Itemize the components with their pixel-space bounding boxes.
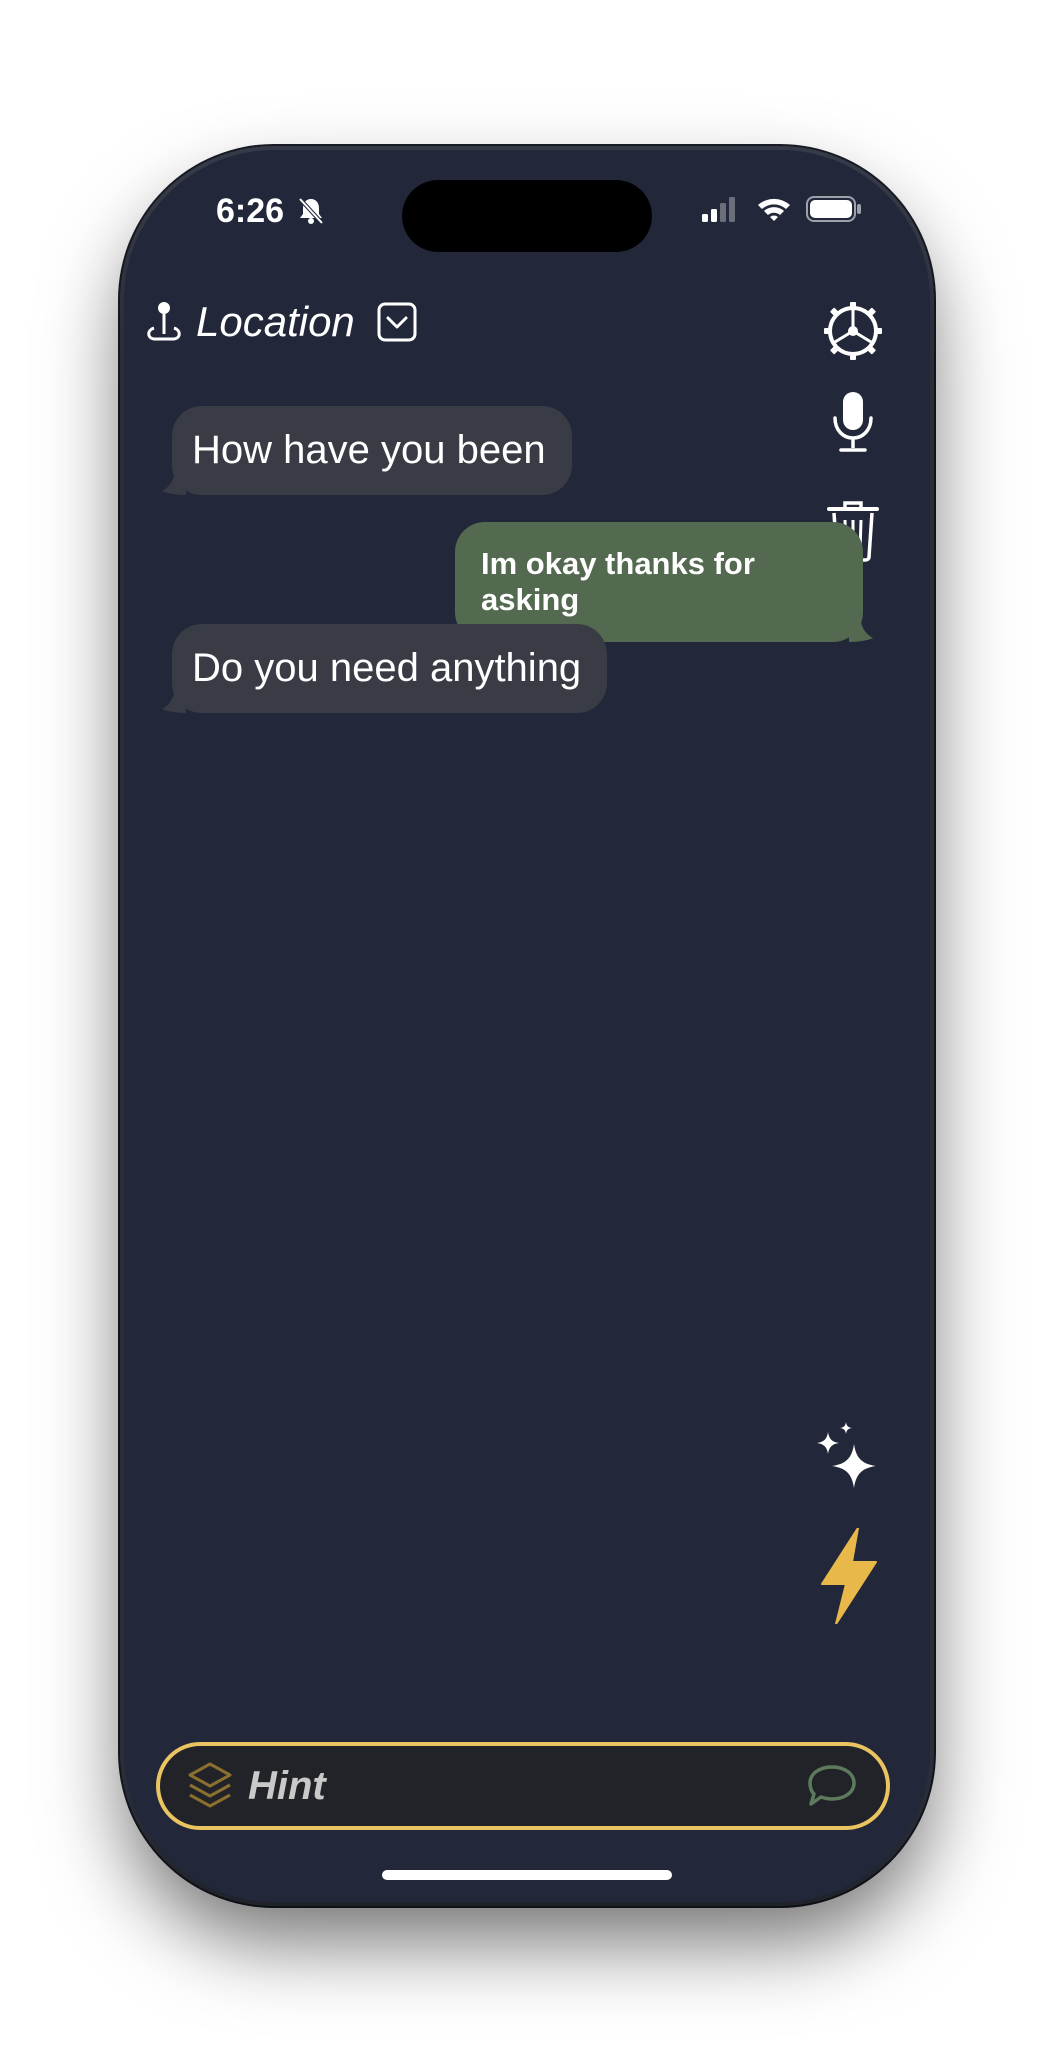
- microphone-icon[interactable]: [828, 390, 878, 454]
- message-bubble-incoming: Do you need anything: [162, 624, 608, 713]
- message-text: How have you been: [192, 428, 546, 472]
- status-time: 6:26: [216, 192, 285, 230]
- battery-icon: [806, 196, 861, 222]
- cellular-signal-icon: [702, 197, 735, 222]
- layers-icon[interactable]: [186, 1761, 234, 1811]
- status-right-cluster: [702, 196, 862, 222]
- bubble-tail: [849, 620, 873, 642]
- chevron-down-square-icon[interactable]: [377, 302, 417, 342]
- hint-input[interactable]: [248, 1763, 806, 1809]
- message-bubble-incoming: How have you been: [162, 406, 572, 495]
- bolt-icon[interactable]: [816, 1528, 880, 1624]
- message-text: Do you need anything: [192, 646, 582, 690]
- home-indicator[interactable]: [382, 1870, 672, 1880]
- message-text: Im okay thanks for asking: [481, 546, 755, 617]
- gear-icon[interactable]: [822, 300, 884, 362]
- sparkles-icon[interactable]: [814, 1422, 884, 1504]
- phone-screen: 6:26 Location How have you been Im okay …: [124, 150, 930, 1902]
- screenshot-stage: 6:26 Location How have you been Im okay …: [0, 0, 1052, 2060]
- hint-composer[interactable]: [156, 1742, 890, 1830]
- pin-icon: [147, 302, 181, 341]
- bubble-tail: [162, 691, 186, 713]
- location-label: Location: [196, 298, 355, 345]
- location-selector[interactable]: Location: [144, 298, 417, 346]
- wifi-icon: [758, 198, 790, 221]
- dynamic-island: [402, 180, 652, 252]
- bell-slash-icon: [298, 197, 324, 225]
- speech-bubble-icon[interactable]: [806, 1763, 858, 1809]
- bubble-tail: [162, 473, 186, 495]
